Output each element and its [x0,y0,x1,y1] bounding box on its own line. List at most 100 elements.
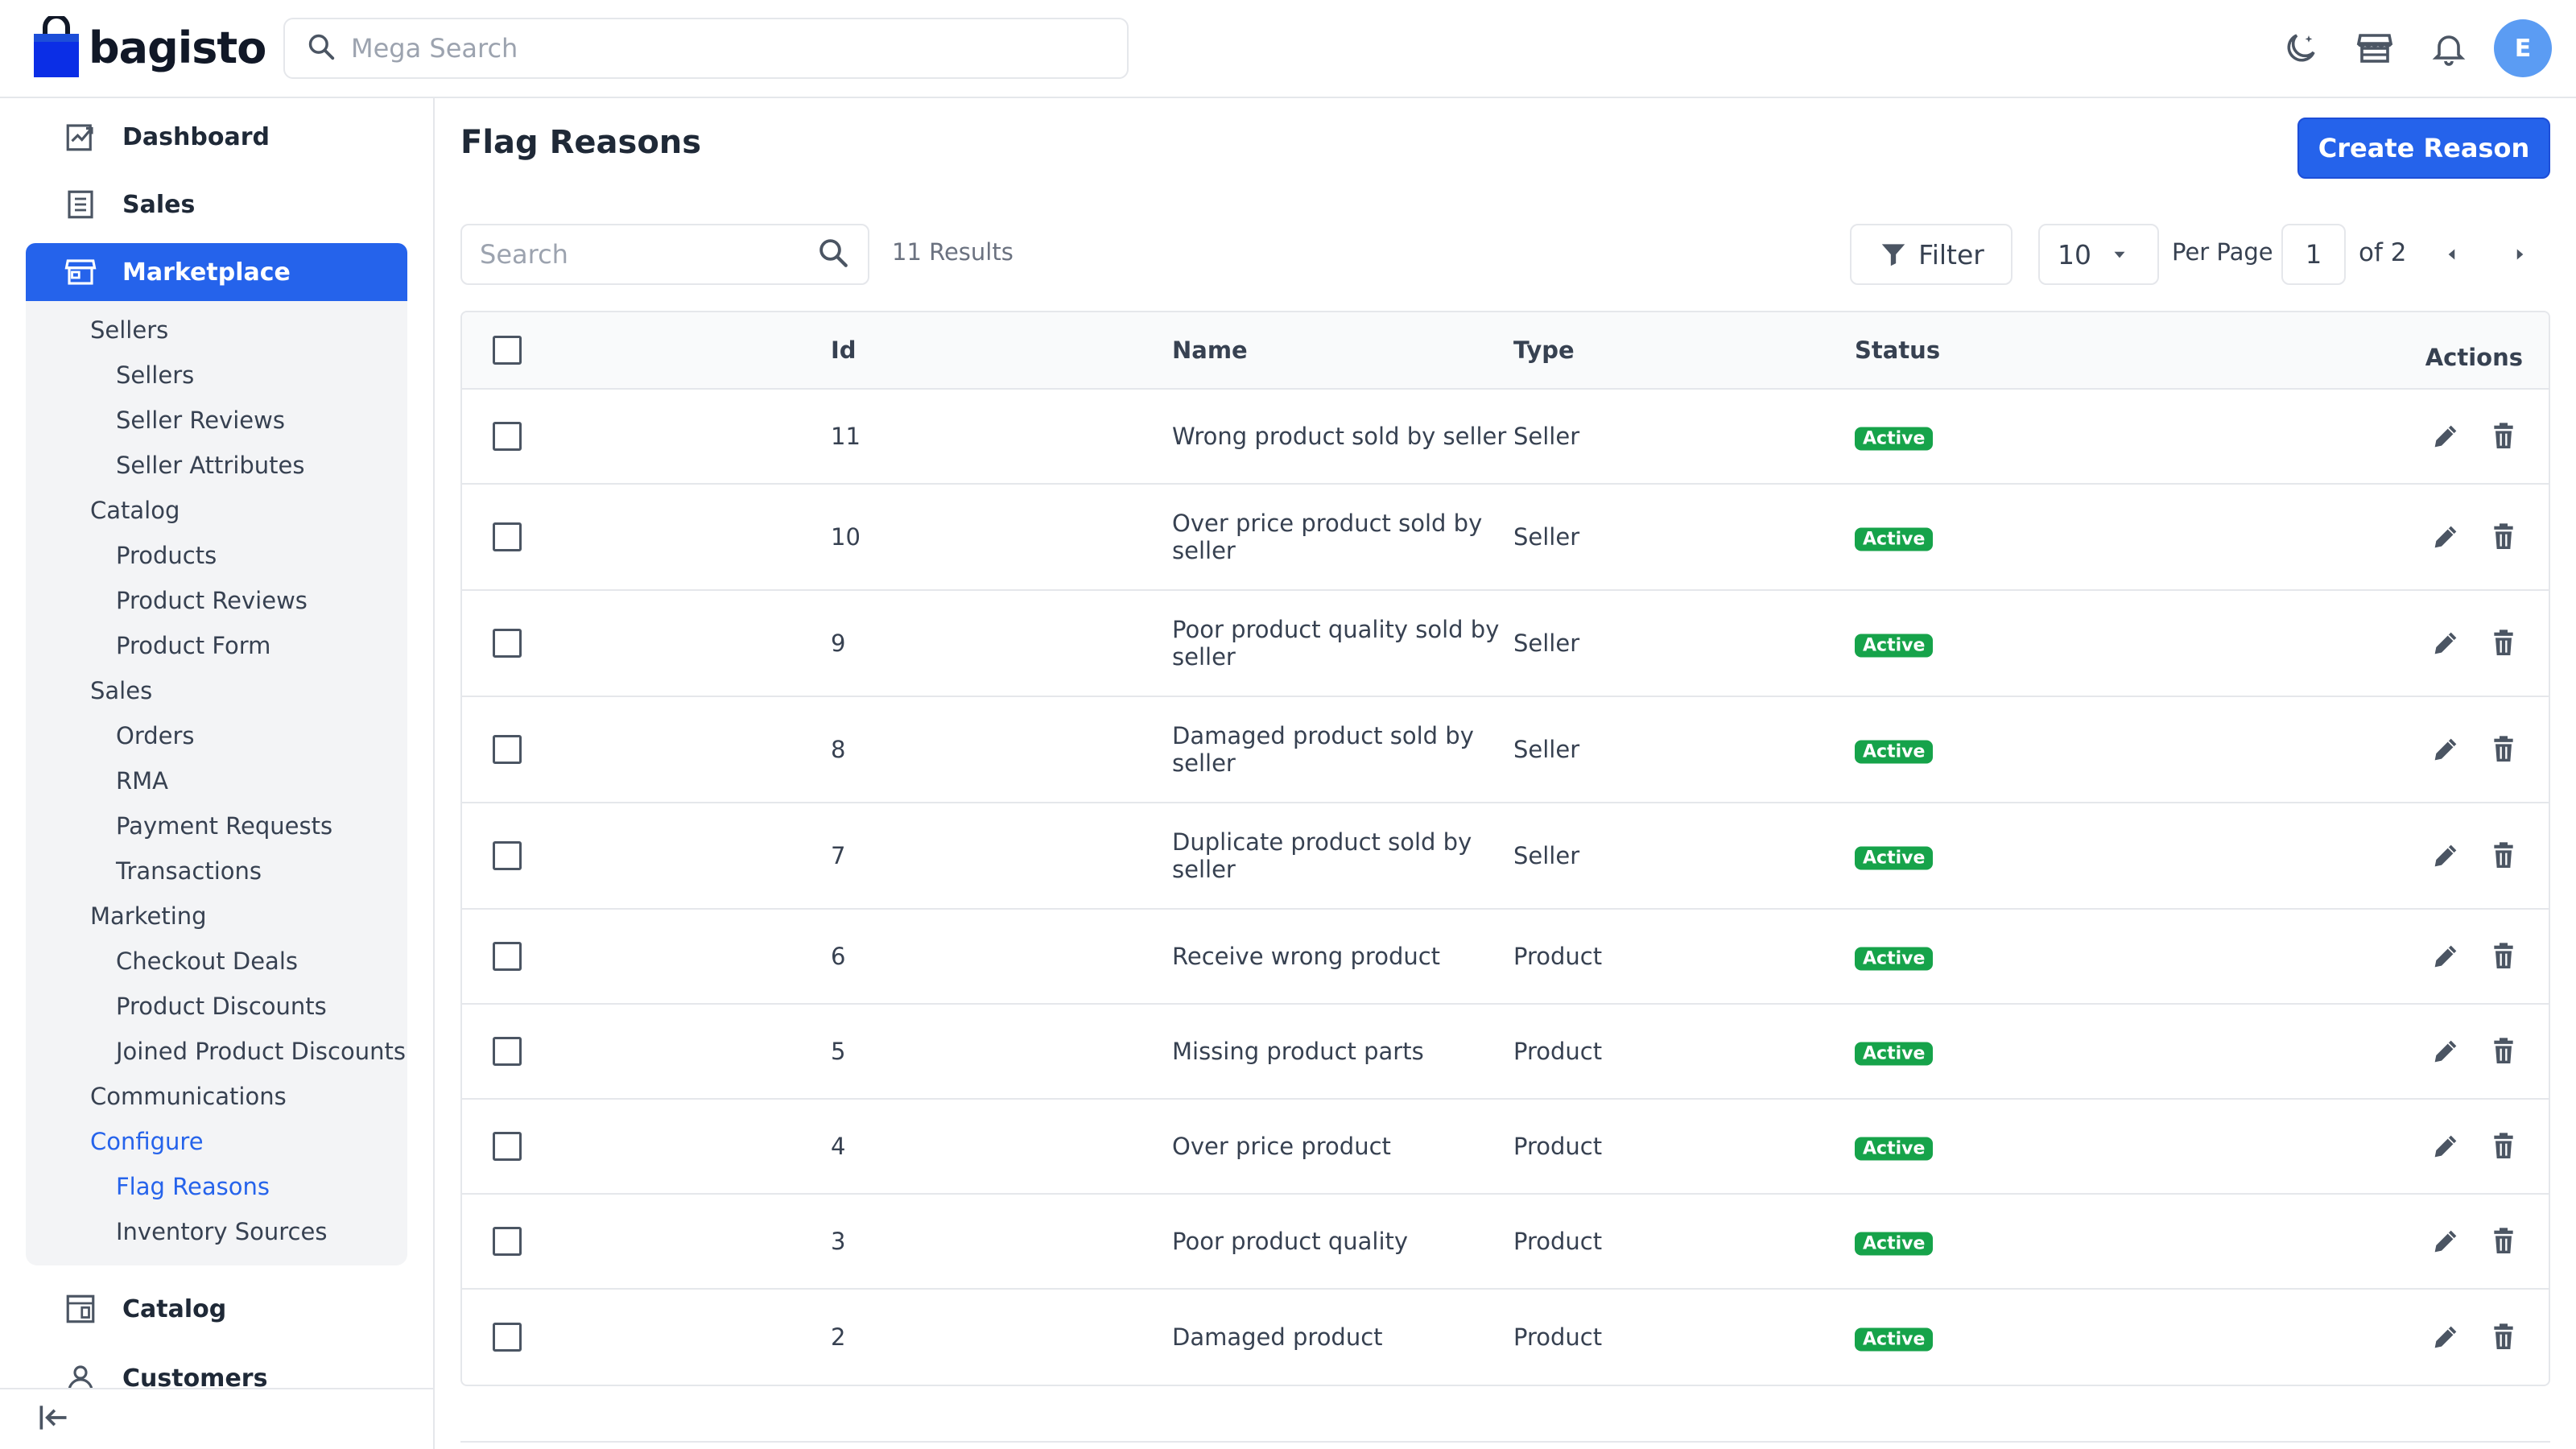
row-checkbox[interactable] [493,942,522,971]
page-title: Flag Reasons [460,124,702,161]
edit-pencil-icon[interactable] [2426,730,2465,769]
edit-pencil-icon[interactable] [2426,1222,2465,1261]
column-header-actions: Actions [2425,344,2523,371]
row-id: 8 [831,736,846,763]
sidebar-item-catalog[interactable]: Catalog [26,1280,407,1338]
per-page-select[interactable]: 10 [2038,224,2159,285]
row-type: Seller [1513,736,1580,763]
row-checkbox[interactable] [493,422,522,451]
status-badge: Active [1855,527,1934,551]
submenu-seller-attributes[interactable]: Seller Attributes [26,443,407,488]
total-pages-label: of 2 [2359,238,2407,267]
table-row: 4 Over price product Product Active [462,1100,2549,1195]
column-header-name[interactable]: Name [1172,336,1510,364]
column-header-type[interactable]: Type [1513,336,1575,364]
brand-logo[interactable]: bagisto [32,14,266,79]
row-checkbox[interactable] [493,522,522,551]
dark-mode-icon[interactable] [2272,19,2330,77]
row-checkbox[interactable] [493,841,522,870]
row-checkbox[interactable] [493,735,522,764]
delete-trash-icon[interactable] [2484,1127,2523,1166]
submenu-transactions[interactable]: Transactions [26,848,407,894]
table-search-box[interactable] [460,224,869,285]
row-type: Product [1513,1323,1603,1351]
delete-trash-icon[interactable] [2484,937,2523,976]
create-reason-button[interactable]: Create Reason [2297,118,2550,179]
delete-trash-icon[interactable] [2484,417,2523,456]
row-id: 11 [831,423,861,450]
sidebar-item-label: Sales [122,190,196,219]
edit-pencil-icon[interactable] [2426,624,2465,663]
filter-button[interactable]: Filter [1850,224,2013,285]
user-avatar[interactable]: E [2494,19,2552,77]
dashboard-icon [61,118,100,156]
prev-page-icon[interactable] [2436,238,2468,270]
row-checkbox[interactable] [493,1132,522,1161]
delete-trash-icon[interactable] [2484,836,2523,875]
column-header-status[interactable]: Status [1855,336,1940,364]
edit-pencil-icon[interactable] [2426,836,2465,875]
sidebar-item-label: Dashboard [122,122,270,151]
submenu-rma[interactable]: RMA [26,758,407,803]
sidebar-item-marketplace[interactable]: Marketplace [26,243,407,301]
delete-trash-icon[interactable] [2484,730,2523,769]
submenu-orders[interactable]: Orders [26,713,407,758]
edit-pencil-icon[interactable] [2426,417,2465,456]
delete-trash-icon[interactable] [2484,1222,2523,1261]
column-header-id[interactable]: Id [831,336,857,364]
row-checkbox[interactable] [493,1227,522,1256]
submenu-flag-reasons[interactable]: Flag Reasons [26,1164,407,1209]
mega-search-box[interactable] [283,18,1129,79]
sales-icon [61,185,100,224]
submenu-product-discounts[interactable]: Product Discounts [26,984,407,1029]
collapse-sidebar-button[interactable] [0,1388,433,1449]
submenu-payment-requests[interactable]: Payment Requests [26,803,407,848]
select-all-checkbox[interactable] [493,336,522,365]
submenu-seller-reviews[interactable]: Seller Reviews [26,398,407,443]
delete-trash-icon[interactable] [2484,1032,2523,1071]
submenu-marketing[interactable]: Marketing [26,894,407,939]
row-name: Over price product sold by seller [1172,510,1483,564]
row-id: 6 [831,943,846,970]
page-number-input[interactable]: 1 [2281,224,2346,285]
table-row: 9 Poor product quality sold by seller Sell… [462,591,2549,697]
notification-bell-icon[interactable] [2420,19,2478,77]
submenu-configure[interactable]: Configure [26,1119,407,1164]
row-checkbox[interactable] [493,1323,522,1352]
table-body: 11 Wrong product sold by seller Seller Acti… [462,390,2549,1385]
edit-pencil-icon[interactable] [2426,518,2465,556]
search-icon [306,31,336,65]
submenu-product-form[interactable]: Product Form [26,623,407,668]
delete-trash-icon[interactable] [2484,624,2523,663]
submenu-communications[interactable]: Communications [26,1074,407,1119]
storefront-icon[interactable] [2346,19,2404,77]
table-search-input[interactable] [480,239,816,270]
submenu-sales[interactable]: Sales [26,668,407,713]
row-id: 7 [831,842,846,869]
submenu-checkout-deals[interactable]: Checkout Deals [26,939,407,984]
row-checkbox[interactable] [493,1037,522,1066]
next-page-icon[interactable] [2504,238,2536,270]
submenu-products[interactable]: Products [26,533,407,578]
submenu-joined-product-discounts[interactable]: Joined Product Discounts [26,1029,407,1074]
delete-trash-icon[interactable] [2484,518,2523,556]
submenu-product-reviews[interactable]: Product Reviews [26,578,407,623]
row-type: Seller [1513,523,1580,551]
submenu-inventory-sources[interactable]: Inventory Sources [26,1209,407,1254]
row-type: Product [1513,1133,1603,1160]
submenu-sellers-list[interactable]: Sellers [26,353,407,398]
edit-pencil-icon[interactable] [2426,1318,2465,1356]
edit-pencil-icon[interactable] [2426,1032,2465,1071]
table-row: 11 Wrong product sold by seller Seller Acti… [462,390,2549,485]
submenu-catalog[interactable]: Catalog [26,488,407,533]
delete-trash-icon[interactable] [2484,1318,2523,1356]
sidebar-item-sales[interactable]: Sales [26,175,407,233]
mega-search-input[interactable] [351,33,1075,64]
search-icon[interactable] [816,236,850,273]
row-checkbox[interactable] [493,629,522,658]
submenu-sellers[interactable]: Sellers [26,308,407,353]
table-row: 8 Damaged product sold by seller Seller Act… [462,697,2549,803]
edit-pencil-icon[interactable] [2426,1127,2465,1166]
edit-pencil-icon[interactable] [2426,937,2465,976]
sidebar-item-dashboard[interactable]: Dashboard [26,108,407,166]
